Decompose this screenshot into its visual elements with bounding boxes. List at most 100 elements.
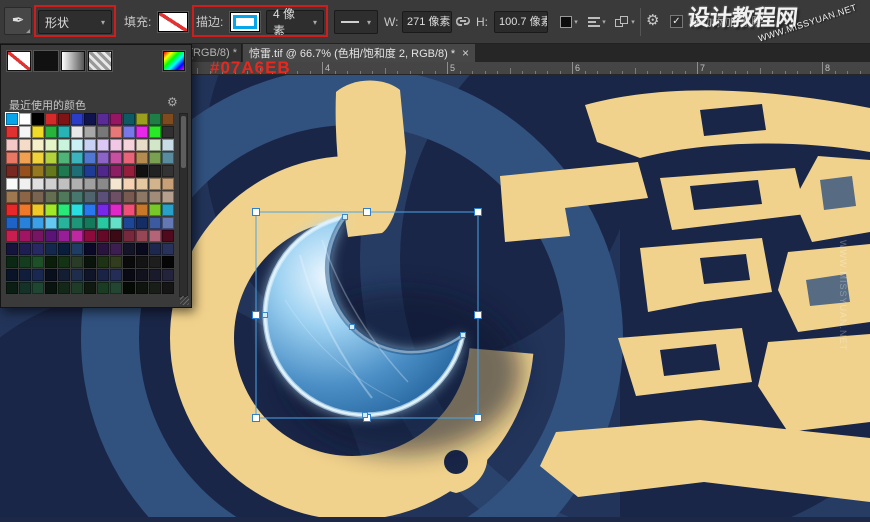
color-swatch[interactable]: [97, 282, 109, 294]
color-swatch[interactable]: [19, 126, 31, 138]
color-swatch[interactable]: [149, 126, 161, 138]
color-swatch[interactable]: [58, 126, 70, 138]
color-swatch[interactable]: [84, 256, 96, 268]
color-swatch[interactable]: [110, 113, 122, 125]
color-swatch[interactable]: [45, 191, 57, 203]
color-swatch[interactable]: [149, 269, 161, 281]
color-swatch[interactable]: [19, 139, 31, 151]
panel-gear-icon[interactable]: ⚙: [167, 95, 178, 109]
color-swatch[interactable]: [58, 191, 70, 203]
color-swatch[interactable]: [123, 152, 135, 164]
color-swatch[interactable]: [58, 113, 70, 125]
color-swatch[interactable]: [97, 204, 109, 216]
color-swatch[interactable]: [19, 230, 31, 242]
transform-handle[interactable]: [474, 414, 482, 422]
color-swatch[interactable]: [32, 126, 44, 138]
color-swatch[interactable]: [32, 191, 44, 203]
color-swatch[interactable]: [58, 204, 70, 216]
color-swatch[interactable]: [19, 217, 31, 229]
color-swatch[interactable]: [45, 204, 57, 216]
color-swatch[interactable]: [136, 178, 148, 190]
color-swatch[interactable]: [136, 191, 148, 203]
pen-tool-button[interactable]: ✒: [4, 7, 32, 35]
color-swatch[interactable]: [5, 112, 19, 126]
color-swatch[interactable]: [6, 256, 18, 268]
color-swatch[interactable]: [110, 152, 122, 164]
color-swatch[interactable]: [149, 191, 161, 203]
color-swatch[interactable]: [162, 204, 174, 216]
color-swatch[interactable]: [32, 256, 44, 268]
color-swatch[interactable]: [6, 191, 18, 203]
path-operations-button[interactable]: ▾: [556, 11, 582, 33]
color-swatch[interactable]: [110, 126, 122, 138]
color-swatch[interactable]: [6, 139, 18, 151]
color-swatch[interactable]: [110, 204, 122, 216]
color-swatch[interactable]: [110, 230, 122, 242]
color-swatch[interactable]: [136, 113, 148, 125]
color-swatch[interactable]: [58, 217, 70, 229]
color-swatch[interactable]: [45, 113, 57, 125]
color-swatch[interactable]: [149, 139, 161, 151]
color-swatch[interactable]: [84, 243, 96, 255]
color-swatch[interactable]: [58, 282, 70, 294]
color-swatch[interactable]: [32, 282, 44, 294]
color-swatch[interactable]: [45, 165, 57, 177]
color-swatch[interactable]: [45, 256, 57, 268]
color-swatch[interactable]: [71, 178, 83, 190]
color-swatch[interactable]: [162, 139, 174, 151]
color-swatch[interactable]: [97, 152, 109, 164]
color-swatch[interactable]: [123, 191, 135, 203]
color-swatch[interactable]: [84, 178, 96, 190]
color-swatch[interactable]: [6, 204, 18, 216]
color-swatch[interactable]: [162, 282, 174, 294]
color-swatch[interactable]: [110, 191, 122, 203]
color-swatch[interactable]: [71, 126, 83, 138]
color-swatch[interactable]: [71, 113, 83, 125]
color-swatch[interactable]: [71, 243, 83, 255]
color-swatch[interactable]: [32, 217, 44, 229]
color-swatch[interactable]: [71, 139, 83, 151]
color-swatch[interactable]: [6, 152, 18, 164]
color-swatch[interactable]: [19, 113, 31, 125]
color-swatch[interactable]: [97, 230, 109, 242]
scrollbar-thumb[interactable]: [181, 116, 186, 168]
color-swatch[interactable]: [71, 269, 83, 281]
color-swatch[interactable]: [71, 165, 83, 177]
color-swatch[interactable]: [162, 269, 174, 281]
color-swatch[interactable]: [162, 152, 174, 164]
anchor-point[interactable]: [342, 214, 348, 220]
color-swatch[interactable]: [136, 217, 148, 229]
color-swatch[interactable]: [6, 230, 18, 242]
auto-add-delete-checkbox[interactable]: ✓: [670, 15, 683, 28]
color-swatch[interactable]: [84, 113, 96, 125]
transform-handle[interactable]: [474, 311, 482, 319]
color-swatch[interactable]: [71, 282, 83, 294]
anchor-point[interactable]: [362, 412, 368, 418]
color-swatch[interactable]: [97, 178, 109, 190]
color-swatch[interactable]: [6, 217, 18, 229]
color-swatch[interactable]: [58, 139, 70, 151]
anchor-point[interactable]: [262, 312, 268, 318]
pattern-button[interactable]: [88, 51, 112, 71]
color-swatch[interactable]: [149, 204, 161, 216]
gradient-button[interactable]: [61, 51, 85, 71]
color-swatch[interactable]: [149, 282, 161, 294]
color-swatch[interactable]: [45, 243, 57, 255]
color-swatch[interactable]: [123, 217, 135, 229]
color-swatch[interactable]: [162, 217, 174, 229]
fill-swatch[interactable]: [158, 12, 188, 32]
color-swatch[interactable]: [97, 113, 109, 125]
transform-handle[interactable]: [252, 208, 260, 216]
color-swatch[interactable]: [71, 152, 83, 164]
color-swatch[interactable]: [123, 126, 135, 138]
color-swatch[interactable]: [136, 282, 148, 294]
color-swatch[interactable]: [19, 269, 31, 281]
color-swatch[interactable]: [58, 165, 70, 177]
color-swatch[interactable]: [58, 256, 70, 268]
transform-handle[interactable]: [474, 208, 482, 216]
color-swatch[interactable]: [58, 243, 70, 255]
color-swatch[interactable]: [32, 269, 44, 281]
color-swatch[interactable]: [136, 243, 148, 255]
color-swatch[interactable]: [19, 256, 31, 268]
color-swatch[interactable]: [71, 256, 83, 268]
